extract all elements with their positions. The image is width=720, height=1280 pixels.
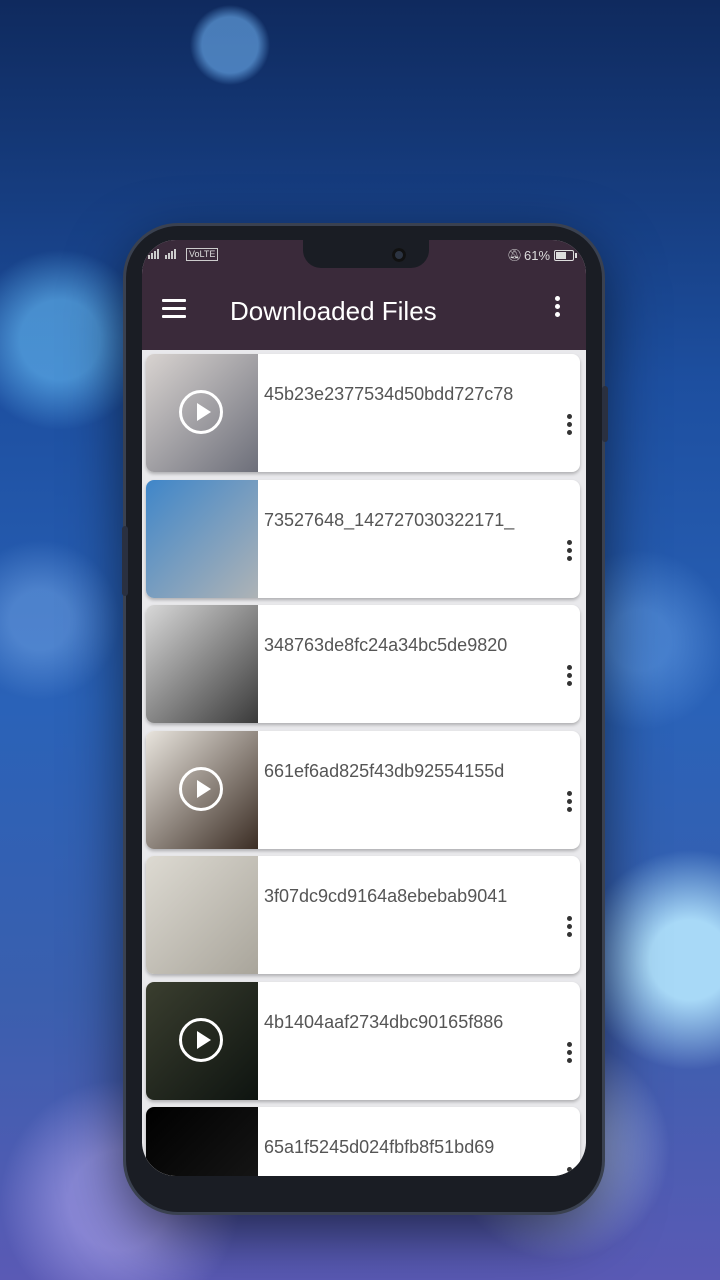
file-list-item[interactable]: 45b23e2377534d50bdd727c78	[146, 354, 580, 472]
play-icon[interactable]	[179, 1017, 223, 1062]
volume-button	[122, 526, 128, 596]
battery-percentage: 61%	[524, 248, 551, 263]
file-name: 73527648_142727030322171_	[264, 509, 515, 530]
more-options-icon[interactable]	[552, 296, 562, 326]
app-bar: Downloaded Files	[142, 272, 586, 350]
item-more-options-icon[interactable]	[564, 1167, 574, 1176]
volte-label: VoLTE	[186, 248, 219, 261]
file-list-item[interactable]: 65a1f5245d024fbfb8f51bd69	[146, 1107, 580, 1176]
file-name: 661ef6ad825f43db92554155d	[264, 760, 505, 781]
hamburger-menu-icon[interactable]	[162, 299, 186, 319]
file-name: 65a1f5245d024fbfb8f51bd69	[264, 1137, 495, 1157]
file-thumbnail[interactable]	[146, 730, 258, 849]
file-thumbnail[interactable]	[146, 981, 258, 1100]
app-screen: VoLTE 🔕︎ 61% Downloaded Files 45b23e2377…	[142, 240, 586, 1176]
status-bar: VoLTE 🔕︎ 61%	[142, 240, 586, 272]
file-list[interactable]: 45b23e2377534d50bdd727c78 73527648_142727…	[142, 350, 586, 1176]
file-name: 45b23e2377534d50bdd727c78	[264, 384, 514, 404]
file-name: 3f07dc9cd9164a8ebebab9041	[264, 886, 508, 906]
page-title: Downloaded Files	[230, 296, 437, 326]
file-thumbnail[interactable]	[146, 479, 258, 598]
item-more-options-icon[interactable]	[564, 539, 574, 570]
file-list-item[interactable]: 73527648_142727030322171_	[146, 479, 580, 598]
signal-icon	[148, 249, 176, 259]
file-thumbnail[interactable]	[146, 605, 258, 723]
display-notch	[303, 240, 429, 268]
front-camera	[392, 248, 406, 262]
item-more-options-icon[interactable]	[564, 916, 574, 946]
item-more-options-icon[interactable]	[564, 1041, 574, 1072]
play-icon[interactable]	[179, 390, 223, 434]
item-more-options-icon[interactable]	[564, 414, 574, 444]
item-more-options-icon[interactable]	[564, 790, 574, 821]
file-list-item[interactable]: 4b1404aaf2734dbc90165f886	[146, 981, 580, 1100]
file-thumbnail[interactable]	[146, 1107, 258, 1176]
file-name: 4b1404aaf2734dbc90165f886	[264, 1011, 504, 1032]
file-thumbnail[interactable]	[146, 856, 258, 974]
file-list-item[interactable]: 348763de8fc24a34bc5de9820	[146, 605, 580, 723]
battery-icon	[554, 250, 577, 261]
play-icon[interactable]	[179, 766, 223, 811]
item-more-options-icon[interactable]	[564, 665, 574, 695]
notification-mute-icon: 🔕︎	[507, 248, 523, 262]
power-button	[602, 386, 608, 442]
file-list-item[interactable]: 661ef6ad825f43db92554155d	[146, 730, 580, 849]
phone-frame: VoLTE 🔕︎ 61% Downloaded Files 45b23e2377…	[122, 226, 608, 1212]
file-list-item[interactable]: 3f07dc9cd9164a8ebebab9041	[146, 856, 580, 974]
file-name: 348763de8fc24a34bc5de9820	[264, 635, 508, 655]
file-thumbnail[interactable]	[146, 354, 258, 472]
